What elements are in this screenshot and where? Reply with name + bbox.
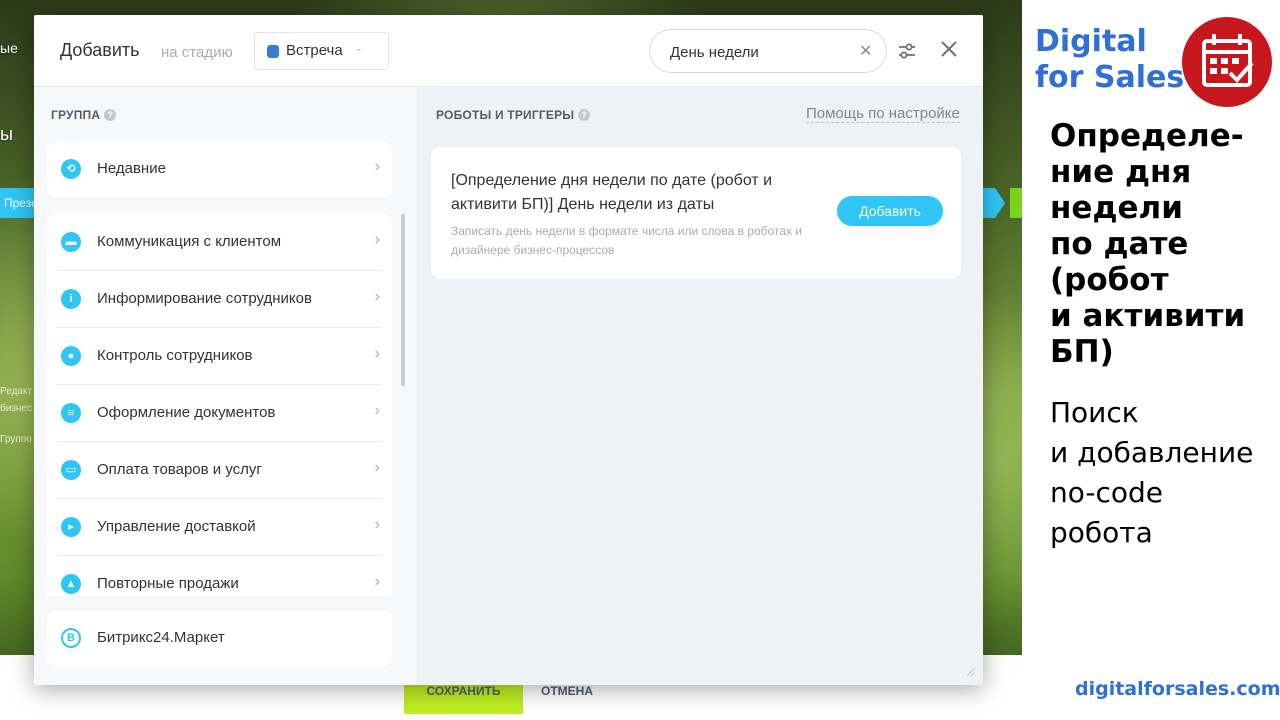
chevron-right-icon: › <box>374 158 380 175</box>
chevron-right-icon: › <box>374 402 380 419</box>
group-item-staff-control[interactable]: ● Контроль сотрудников › <box>47 328 392 385</box>
groups-list: ▬ Коммуникация с клиентом › i Информиров… <box>47 214 392 596</box>
market-card: B Битрикс24.Маркет <box>47 611 392 666</box>
brand-line-2: for Sales <box>1035 60 1185 95</box>
calendar-check-graphic <box>1202 34 1254 87</box>
group-item-label: Оформление документов <box>97 404 276 421</box>
promo-sidebar: Digital for Sales Определе- ние дня неде… <box>1022 0 1280 720</box>
groups-caption-text: ГРУППА <box>51 108 101 122</box>
chevron-right-icon: › <box>374 288 380 305</box>
group-item-label: Недавние <box>97 160 166 177</box>
robots-panel: РОБОТЫ И ТРИГГЕРЫ? Помощь по настройке [… <box>417 87 983 685</box>
bg-stage-arrow-cyan <box>983 188 1005 218</box>
promo-heading-line: недели <box>1050 190 1183 226</box>
users-icon: ● <box>61 346 81 366</box>
help-icon[interactable]: ? <box>104 109 117 121</box>
sliders-icon[interactable] <box>897 41 917 61</box>
promo-heading-line: по дате <box>1050 226 1189 262</box>
groups-scrollbar[interactable] <box>401 214 405 386</box>
close-icon[interactable] <box>939 39 959 59</box>
setup-help-link[interactable]: Помощь по настройке <box>806 105 960 123</box>
group-item-label: Контроль сотрудников <box>97 347 253 364</box>
bg-stage-arrow-green <box>1010 188 1022 218</box>
stage-color-dot <box>267 45 279 58</box>
add-robot-dialog: Добавить на стадию Встреча - ✕ ГРУППА? <box>34 15 983 685</box>
promo-site-link[interactable]: digitalforsales.com <box>1075 678 1280 700</box>
stage-select[interactable]: Встреча - <box>254 32 389 70</box>
group-item-market[interactable]: B Битрикс24.Маркет <box>47 611 392 666</box>
brand-line-1: Digital <box>1035 24 1147 59</box>
chat-icon: ▬ <box>61 232 81 252</box>
group-item-payment[interactable]: ▭ Оплата товаров и услуг › <box>47 442 392 499</box>
group-item-delivery[interactable]: ▸ Управление доставкой › <box>47 499 392 556</box>
groups-panel: ГРУППА? ⟲ Недавние › ▬ Коммуникация с кл… <box>34 87 417 685</box>
group-item-label: Информирование сотрудников <box>97 290 312 307</box>
bg-fragment-text: ы <box>0 124 13 144</box>
groups-caption: ГРУППА? <box>51 108 117 122</box>
robots-caption: РОБОТЫ И ТРИГГЕРЫ? <box>436 108 591 122</box>
promo-heading-line: Определе- <box>1050 118 1244 154</box>
stage-select-value: Встреча <box>286 42 343 59</box>
calendar-check-icon <box>1182 17 1272 107</box>
group-item-label: Управление доставкой <box>97 518 256 535</box>
bg-fragment-text: Редакт <box>0 386 33 397</box>
group-item-label: Битрикс24.Маркет <box>97 629 225 646</box>
add-robot-button[interactable]: Добавить <box>837 196 943 226</box>
robot-description: Записать день недели в формате числа или… <box>451 224 802 257</box>
dialog-title: Добавить <box>60 40 140 60</box>
bg-stage-tab: Презе <box>0 188 34 218</box>
group-item-repeat-sales[interactable]: ▲ Повторные продажи › <box>47 556 392 596</box>
bg-fragment-text: ые <box>0 40 18 56</box>
history-icon: ⟲ <box>61 159 81 179</box>
promo-sub-line: Поиск <box>1050 396 1139 429</box>
group-item-label: Оплата товаров и услуг <box>97 461 262 478</box>
info-icon: i <box>61 289 81 309</box>
stage-label: на стадию <box>161 44 233 61</box>
promo-heading: Определе- ние дня недели по дате (робот … <box>1050 118 1275 370</box>
group-item-documents[interactable]: ≡ Оформление документов › <box>47 385 392 442</box>
document-icon: ≡ <box>61 403 81 423</box>
group-item-communication[interactable]: ▬ Коммуникация с клиентом › <box>47 214 392 271</box>
cart-icon: ▲ <box>61 574 81 594</box>
chevron-right-icon: › <box>374 573 380 590</box>
search-input[interactable] <box>670 42 850 62</box>
bg-stage-tab-label: Презе <box>4 196 34 210</box>
promo-subheading: Поиск и добавление no-code робота <box>1050 393 1275 553</box>
group-item-recent[interactable]: ⟲ Недавние › <box>47 142 392 197</box>
clear-search-icon[interactable]: ✕ <box>859 41 872 61</box>
chevron-right-icon: › <box>374 459 380 476</box>
group-item-label: Коммуникация с клиентом <box>97 233 282 250</box>
promo-sub-line: и добавление <box>1050 436 1254 469</box>
promo-heading-line: БП) <box>1050 334 1114 370</box>
market-icon: B <box>61 628 81 648</box>
recent-card: ⟲ Недавние › <box>47 142 392 197</box>
robot-title: [Определение дня недели по дате (робот и… <box>451 172 773 213</box>
promo-heading-line: и активити <box>1050 298 1246 334</box>
resize-grip-icon[interactable] <box>965 667 975 677</box>
dialog-header: Добавить на стадию Встреча - ✕ <box>34 15 983 87</box>
bg-fragment-text: Группо <box>0 434 32 445</box>
bg-fragment-text: бизнес <box>0 403 32 414</box>
chevron-right-icon: › <box>374 231 380 248</box>
robots-caption-text: РОБОТЫ И ТРИГГЕРЫ <box>436 108 575 122</box>
robot-result-card[interactable]: [Определение дня недели по дате (робот и… <box>431 147 961 279</box>
chevron-down-icon: - <box>357 42 361 56</box>
search-box: ✕ <box>649 29 887 73</box>
help-icon[interactable]: ? <box>578 109 591 121</box>
truck-icon: ▸ <box>61 517 81 537</box>
promo-sub-line: no-code <box>1050 476 1164 509</box>
chevron-right-icon: › <box>374 516 380 533</box>
chevron-right-icon: › <box>374 345 380 362</box>
wallet-icon: ▭ <box>61 460 81 480</box>
promo-heading-line: ние дня <box>1050 154 1192 190</box>
promo-sub-line: робота <box>1050 516 1153 549</box>
group-item-notify-staff[interactable]: i Информирование сотрудников › <box>47 271 392 328</box>
group-item-label: Повторные продажи <box>97 575 239 592</box>
promo-heading-line: (робот <box>1050 262 1169 298</box>
